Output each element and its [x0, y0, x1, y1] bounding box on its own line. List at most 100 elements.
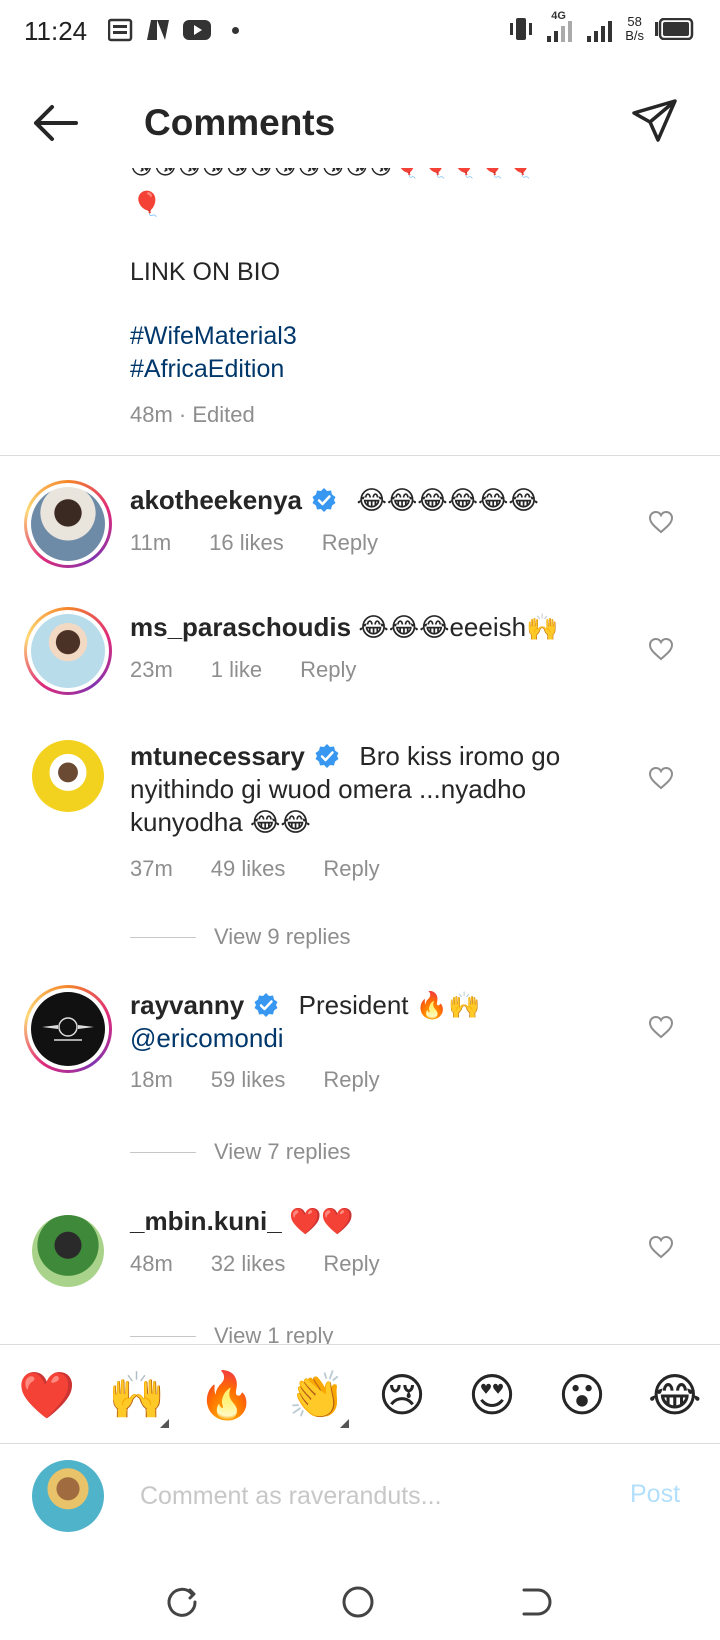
comment-likes[interactable]: 49 likes [211, 856, 286, 882]
quick-emoji-wow[interactable]: 😮 [558, 1367, 606, 1423]
comment-body: _mbin.kuni_ ❤️❤️ [130, 1205, 600, 1238]
comment-meta: 11m 16 likes Reply [130, 530, 378, 556]
view-replies-label: View 7 replies [214, 1139, 351, 1164]
status-time: 11:24 [24, 16, 88, 46]
caption-separator: · [178, 402, 187, 427]
heart-outline-icon [648, 1235, 674, 1259]
post-button[interactable]: Post [630, 1480, 680, 1509]
skin-tone-indicator [340, 1419, 349, 1428]
caption-edited: Edited [192, 402, 255, 427]
comment-username[interactable]: akotheekenya [130, 485, 302, 515]
comment-meta: 48m 32 likes Reply [130, 1251, 380, 1277]
caption-emoji-row-2: 🎈 [132, 191, 162, 218]
view-replies-button[interactable]: View 9 replies [130, 924, 351, 950]
current-user-avatar [32, 1460, 104, 1532]
heart-outline-icon [648, 637, 674, 661]
comment-input[interactable] [140, 1476, 580, 1516]
send-icon [632, 99, 677, 142]
heart-outline-icon [648, 766, 674, 790]
reply-button[interactable]: Reply [323, 1251, 379, 1277]
heart-outline-icon [648, 510, 674, 534]
like-button[interactable] [648, 510, 678, 538]
caption-hashtag[interactable]: #AfricaEdition [130, 355, 284, 384]
back-nav-icon [522, 1588, 552, 1616]
comment-text: 😂😂😂eeeish🙌 [358, 612, 559, 642]
view-replies-button[interactable]: View 7 replies [130, 1139, 351, 1165]
net-speed: 58 B/s [625, 14, 644, 43]
comment-username[interactable]: _mbin.kuni_ [130, 1206, 282, 1236]
caption-emoji-strip: 😘😘😘😘😘😘😘😘😘😘😘🎈🎈🎈🎈🎈 🎈 [130, 168, 650, 224]
comment-time: 11m [130, 530, 172, 555]
comment-mention[interactable]: @ericomondi [130, 1023, 284, 1053]
share-button[interactable] [630, 96, 680, 146]
page-title: Comments [144, 102, 336, 143]
avatar[interactable] [32, 1215, 104, 1287]
avatar[interactable] [24, 985, 112, 1073]
comment-likes[interactable]: 16 likes [209, 530, 284, 556]
reply-button[interactable]: Reply [323, 1067, 379, 1093]
status-bar: 11:24 4G 58 B/s [0, 0, 720, 66]
comment-body: mtunecessary Bro kiss iromo go nyithindo… [130, 740, 600, 839]
back-arrow-icon [34, 105, 78, 141]
comment-meta: 23m 1 like Reply [130, 657, 356, 683]
verified-badge-icon [315, 744, 339, 768]
comment-body: ms_paraschoudis 😂😂😂eeeish🙌 [130, 611, 600, 644]
netflix-icon [147, 20, 169, 40]
caption-time: 48m [130, 402, 173, 427]
youtube-icon [183, 20, 211, 40]
comment-time: 48m [130, 1251, 173, 1276]
like-button[interactable] [648, 766, 678, 794]
caption-meta: 48m · Edited [130, 402, 255, 428]
quick-emoji-crying[interactable]: 😢 [378, 1367, 426, 1423]
vibrate-icon [510, 18, 533, 40]
home-button[interactable] [340, 1584, 380, 1624]
like-button[interactable] [648, 637, 678, 665]
signal-4g-icon: 4G [545, 10, 575, 44]
reply-button[interactable]: Reply [300, 657, 356, 683]
comment-text: 😂😂😂😂😂😂 [356, 485, 539, 515]
view-replies-line [130, 1335, 196, 1337]
caption-text: LINK ON BIO [130, 258, 281, 286]
quick-emoji-raised-hands[interactable]: 🙌 [108, 1367, 165, 1423]
system-nav-bar [0, 1560, 720, 1640]
comment-username[interactable]: rayvanny [130, 990, 244, 1020]
reply-button[interactable]: Reply [322, 530, 378, 556]
like-button[interactable] [648, 1235, 678, 1263]
quick-emoji-laughing[interactable]: 😂 [648, 1367, 702, 1423]
comment-body: akotheekenya 😂😂😂😂😂😂 [130, 484, 600, 517]
comment-composer: Post [0, 1446, 720, 1546]
caption-divider [0, 455, 720, 456]
comment-likes[interactable]: 59 likes [211, 1067, 286, 1093]
like-button[interactable] [648, 1015, 678, 1043]
avatar[interactable] [24, 607, 112, 695]
quick-emoji-fire[interactable]: 🔥 [198, 1367, 255, 1423]
comment-body: rayvanny President 🔥🙌 @ericomondi [130, 989, 600, 1055]
caption-hashtag[interactable]: #WifeMaterial3 [130, 322, 297, 351]
status-notification-icons [108, 18, 239, 42]
comment-time: 23m [130, 657, 173, 682]
news-icon [108, 18, 133, 42]
quick-emoji-heart[interactable]: ❤️ [18, 1367, 75, 1423]
avatar[interactable] [24, 480, 112, 568]
quick-emoji-clap[interactable]: 👏 [288, 1367, 345, 1423]
recents-button[interactable] [164, 1584, 204, 1624]
view-replies-line [130, 1151, 196, 1153]
comment-username[interactable]: mtunecessary [130, 741, 305, 771]
status-system-icons: 4G 58 B/s [507, 10, 694, 44]
back-nav-button[interactable] [516, 1584, 556, 1624]
comment-likes[interactable]: 1 like [211, 657, 262, 683]
quick-emoji-heart-eyes[interactable]: 😍 [468, 1367, 516, 1423]
comment-likes[interactable]: 32 likes [211, 1251, 286, 1277]
recents-icon [167, 1587, 197, 1617]
back-button[interactable] [30, 100, 80, 146]
comment-text: President 🔥🙌 [298, 990, 481, 1020]
avatar[interactable] [32, 740, 104, 812]
comment-username[interactable]: ms_paraschoudis [130, 612, 351, 642]
home-circle-icon [342, 1586, 374, 1618]
nlm-logo-icon [42, 1017, 94, 1041]
verified-badge-icon [312, 488, 336, 512]
reply-button[interactable]: Reply [323, 856, 379, 882]
comment-text: ❤️❤️ [288, 1206, 354, 1236]
quick-emoji-bar: ❤️ 🙌 🔥 👏 😢 😍 😮 😂 [0, 1344, 720, 1444]
verified-badge-icon [254, 993, 278, 1017]
